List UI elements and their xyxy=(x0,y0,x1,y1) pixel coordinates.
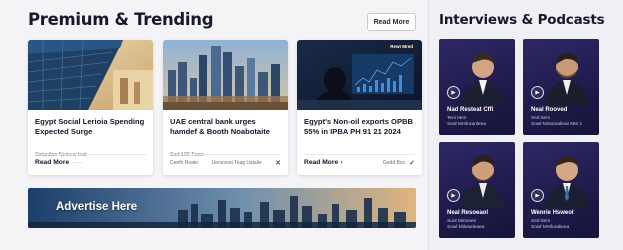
guest-role: Sed Item Sowl Mrsfuralieea xyxy=(531,219,570,230)
sidebar-title: Interviews & Podcasts xyxy=(439,12,605,28)
play-icon[interactable]: ▶ xyxy=(447,189,460,202)
play-icon[interactable]: ▶ xyxy=(531,189,544,202)
chevron-down-icon: ▾ xyxy=(340,159,343,166)
card-footer: Read More ····· xyxy=(35,157,146,168)
advertise-label: Advertise Here xyxy=(56,201,138,213)
podcast-card[interactable]: ▶ Neal Resoeaol Suol Mimmes Sowl Milusel… xyxy=(439,142,515,238)
main-section: Premium & Trending Read More Egypt Socia… xyxy=(0,0,426,250)
article-image xyxy=(28,40,153,110)
check-icon[interactable]: ✓ xyxy=(409,159,415,167)
article-dots: ····· xyxy=(73,159,82,166)
article-title[interactable]: Egypt's Non-oil exports OPBB 55% in IPBA… xyxy=(304,117,418,137)
read-more-button[interactable]: Read More xyxy=(367,13,416,31)
article-source: Gedd Boc xyxy=(382,159,406,166)
guest-role: Teni Item Seal Mrsfuranleea xyxy=(447,116,486,127)
section-title: Premium & Trending xyxy=(28,10,214,29)
divider xyxy=(35,154,146,155)
podcast-card[interactable]: ▶ Neal Rooved Sed Item Sowl Mntomalieat … xyxy=(523,39,599,135)
podcast-card[interactable]: ▶ Wenrie Hsweol Sed Item Sowl Mrsfuralie… xyxy=(523,142,599,238)
play-icon[interactable]: ▶ xyxy=(531,86,544,99)
divider xyxy=(304,154,415,155)
card-footer: Ceeth Roate Uenuvoot Teag Ustalie ✕ xyxy=(170,157,281,168)
guest-name: Neal Rooved xyxy=(531,107,568,113)
guest-name: Nad Resteat Cffi xyxy=(447,107,494,113)
guest-role: Suol Mimmes Sowl Miluseleaea xyxy=(447,219,485,230)
play-icon[interactable]: ▶ xyxy=(447,86,460,99)
guest-name: Neal Resoeaol xyxy=(447,210,489,216)
divider xyxy=(170,154,281,155)
article-title[interactable]: UAE central bank urges hamdef & Booth No… xyxy=(170,117,284,137)
advertise-banner[interactable]: Advertise Here xyxy=(28,188,416,228)
read-more-link[interactable]: Read More xyxy=(35,159,69,166)
article-card[interactable]: Egypt Social Lerioia Spending Expected S… xyxy=(28,40,153,175)
guest-role: Sed Item Sowl Mntomalieat Mte 1 xyxy=(531,116,583,127)
article-source[interactable]: Ceeth Roate xyxy=(170,160,198,166)
article-card[interactable]: Rewt Mred Egypt's Non-oil exports OPBB 5… xyxy=(297,40,422,175)
article-title[interactable]: Egypt Social Lerioia Spending Expected S… xyxy=(35,117,149,137)
article-image: Rewt Mred xyxy=(297,40,422,110)
close-icon[interactable]: ✕ xyxy=(275,159,281,167)
category-badge: Rewt Mred xyxy=(387,43,416,50)
article-card[interactable]: UAE central bank urges hamdef & Booth No… xyxy=(163,40,288,175)
article-tags: Uenuvoot Teag Ustalie xyxy=(211,159,262,166)
article-image xyxy=(163,40,288,110)
guest-name: Wenrie Hsweol xyxy=(531,210,574,216)
card-footer: Read More ▾ Gedd Boc ✓ xyxy=(304,157,415,168)
podcast-card[interactable]: ▶ Nad Resteat Cffi Teni Item Seal Mrsfur… xyxy=(439,39,515,135)
read-more-link[interactable]: Read More xyxy=(304,159,338,166)
interviews-sidebar: Interviews & Podcasts ▶ Nad Resteat Cffi… xyxy=(428,0,623,250)
